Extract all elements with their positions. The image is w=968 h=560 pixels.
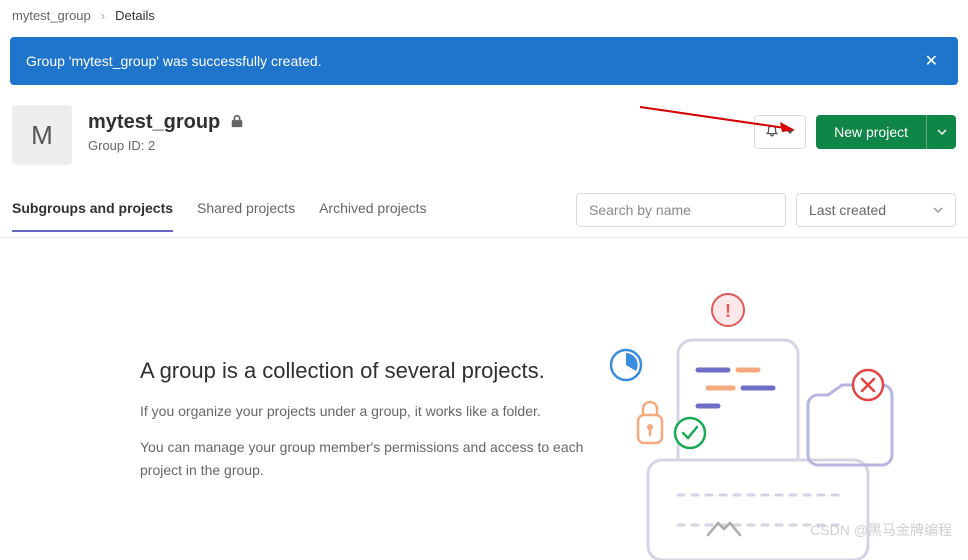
search-input[interactable] [576,193,786,227]
tab-subgroups[interactable]: Subgroups and projects [12,200,173,232]
success-alert: Group 'mytest_group' was successfully cr… [10,37,958,85]
chevron-right-icon: › [101,8,105,23]
new-project-dropdown[interactable] [926,115,956,149]
empty-illustration: ! [578,280,918,560]
breadcrumb-current: Details [115,8,155,23]
watermark: CSDN @黑马金牌编程 [810,520,952,540]
alert-message: Group 'mytest_group' was successfully cr… [26,53,322,69]
bell-icon [765,124,779,141]
svg-text:!: ! [725,301,731,321]
tabs-row: Subgroups and projects Shared projects A… [0,175,968,238]
breadcrumb: mytest_group › Details [0,0,968,31]
sort-dropdown[interactable]: Last created [796,193,956,227]
new-project-button[interactable]: New project [816,115,926,149]
chevron-down-icon [937,125,947,140]
chevron-down-icon [933,202,943,218]
tab-archived[interactable]: Archived projects [319,200,426,231]
empty-desc-1: If you organize your projects under a gr… [140,400,600,422]
empty-desc-2: You can manage your group member's permi… [140,436,600,481]
chevron-down-icon [785,124,795,140]
tab-shared[interactable]: Shared projects [197,200,295,231]
group-id-label: Group ID: 2 [88,138,738,153]
group-avatar: M [12,105,72,165]
group-header: M mytest_group Group ID: 2 New project [0,85,968,175]
lock-icon [230,114,244,131]
notification-dropdown[interactable] [754,115,806,149]
breadcrumb-parent[interactable]: mytest_group [12,8,91,23]
close-icon[interactable]: ✕ [921,51,942,71]
sort-selected-label: Last created [809,202,886,218]
empty-title: A group is a collection of several proje… [140,358,600,384]
group-title: mytest_group [88,111,220,134]
